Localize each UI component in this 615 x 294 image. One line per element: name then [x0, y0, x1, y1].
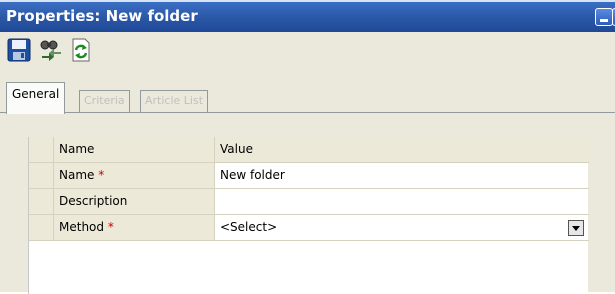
title-bar: Properties: New folder — [0, 0, 615, 32]
method-select[interactable]: <Select> — [215, 215, 589, 240]
property-method-label: Method * — [54, 215, 215, 240]
refresh-icon[interactable] — [68, 38, 92, 62]
chevron-down-icon[interactable] — [568, 220, 584, 236]
row-selector — [29, 137, 54, 162]
property-description-label: Description — [54, 189, 215, 214]
required-marker: * — [98, 168, 105, 182]
row-selector[interactable] — [29, 189, 54, 214]
toolbar — [0, 32, 615, 74]
row-selector[interactable] — [29, 163, 54, 188]
tab-article-list[interactable]: Article List — [140, 90, 209, 112]
row-selector[interactable] — [29, 215, 54, 240]
tab-general[interactable]: General — [6, 82, 66, 114]
table-row: Description — [29, 189, 589, 215]
table-row: Name * New folder — [29, 163, 589, 189]
name-value-field[interactable]: New folder — [215, 163, 589, 188]
required-marker: * — [107, 220, 114, 234]
save-icon[interactable] — [7, 38, 31, 62]
grid-header-row: Name Value — [29, 137, 589, 163]
column-header-value: Value — [215, 137, 589, 162]
property-grid: Name Value Name * New folder Description… — [28, 137, 589, 294]
tab-strip: General Criteria Article List — [0, 74, 615, 114]
description-value-field[interactable] — [215, 189, 589, 214]
tab-criteria[interactable]: Criteria — [79, 90, 130, 112]
minimize-button[interactable] — [595, 8, 613, 26]
find-replace-icon[interactable] — [39, 38, 63, 62]
property-name-label: Name * — [54, 163, 215, 188]
window-title: Properties: New folder — [6, 7, 198, 25]
table-row: Method * <Select> — [29, 215, 589, 241]
method-select-value: <Select> — [220, 220, 278, 234]
properties-panel: Name Value Name * New folder Description… — [0, 113, 615, 294]
column-header-name: Name — [54, 137, 215, 162]
